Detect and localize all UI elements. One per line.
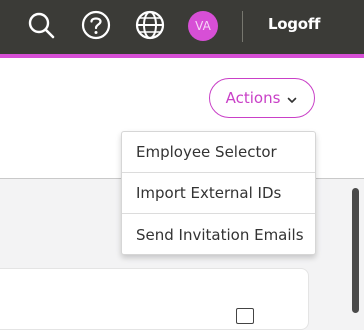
scrollbar[interactable] [352,188,359,313]
help-icon[interactable] [79,8,113,42]
menu-item-send-invitation-emails[interactable]: Send Invitation Emails [122,214,315,255]
actions-button-label: Actions [225,89,281,107]
actions-button[interactable]: Actions [209,78,315,118]
checkbox[interactable] [236,308,254,324]
globe-icon[interactable] [133,8,167,42]
actions-dropdown-menu: Employee Selector Import External IDs Se… [121,131,316,255]
logoff-button[interactable]: Logoff [268,15,320,33]
chevron-down-icon [286,92,298,104]
topbar-divider [242,11,243,42]
search-icon[interactable] [24,8,58,42]
menu-item-import-external-ids[interactable]: Import External IDs [122,173,315,214]
top-navigation-bar: VA Logoff [0,0,364,58]
user-avatar[interactable]: VA [188,11,218,41]
menu-item-employee-selector[interactable]: Employee Selector [122,132,315,173]
content-card [0,268,309,330]
